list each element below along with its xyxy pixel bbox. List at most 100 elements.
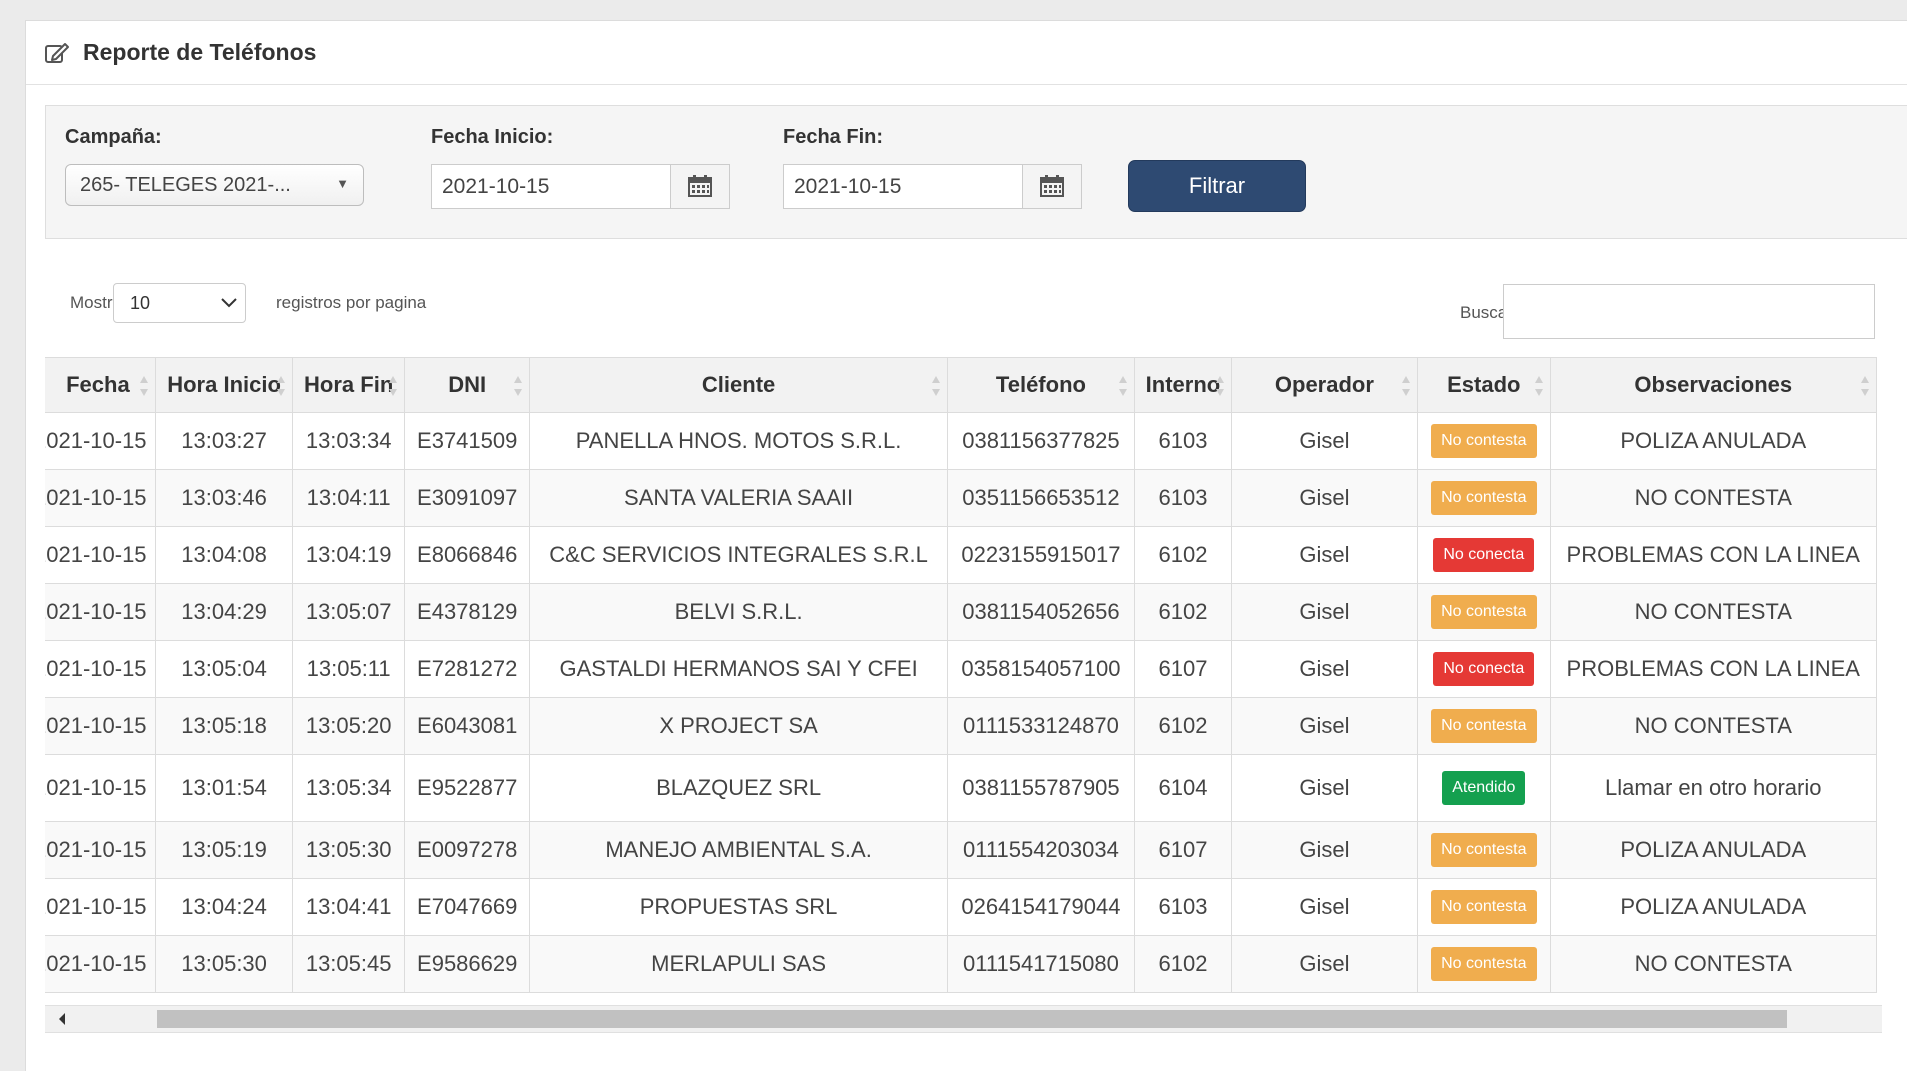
sort-icon[interactable] xyxy=(513,375,523,397)
cell-dni: E3091097 xyxy=(403,469,531,527)
campana-label: Campaña: xyxy=(65,126,162,148)
cell-hora-fin: 13:05:07 xyxy=(292,583,405,641)
edit-icon xyxy=(44,41,70,65)
campana-select[interactable]: 265- TELEGES 2021-... ▼ xyxy=(65,164,364,206)
cell-operador: Gisel xyxy=(1230,640,1419,698)
fecha-fin-value: 2021-10-15 xyxy=(794,175,902,198)
column-header-fecha[interactable]: Fecha xyxy=(45,357,156,413)
sort-icon[interactable] xyxy=(276,375,286,397)
table-row: 2021-10-15 13:04:24 13:04:41 E7047669 PROPUE… xyxy=(45,878,1878,936)
search-input[interactable] xyxy=(1503,284,1875,339)
status-badge: No contesta xyxy=(1431,890,1537,924)
cell-dni: E4378129 xyxy=(403,583,531,641)
cell-fecha: 2021-10-15 xyxy=(45,821,156,879)
cell-interno: 6107 xyxy=(1134,821,1232,879)
column-header-estado[interactable]: Estado xyxy=(1417,357,1551,413)
cell-hora-fin: 13:05:11 xyxy=(292,640,405,698)
sort-icon[interactable] xyxy=(1401,375,1411,397)
column-header-operador[interactable]: Operador xyxy=(1230,357,1419,413)
cell-telefono: 0223155915017 xyxy=(946,526,1136,584)
status-badge: No contesta xyxy=(1431,481,1537,515)
cell-estado: No conecta xyxy=(1417,640,1551,698)
column-header-observaciones[interactable]: Observaciones xyxy=(1549,357,1878,413)
cell-interno: 6107 xyxy=(1134,640,1232,698)
cell-hora-fin: 13:04:11 xyxy=(292,469,405,527)
table-row: 2021-10-15 13:05:19 13:05:30 E0097278 MANEJO… xyxy=(45,821,1878,879)
column-header-hora-fin[interactable]: Hora Fin xyxy=(292,357,405,413)
cell-dni: E8066846 xyxy=(403,526,531,584)
sort-icon[interactable] xyxy=(1534,375,1544,397)
status-badge: No contesta xyxy=(1431,709,1537,743)
status-badge: No conecta xyxy=(1433,538,1535,572)
cell-cliente: PANELLA HNOS. MOTOS S.R.L. xyxy=(529,412,948,470)
fecha-inicio-label: Fecha Inicio: xyxy=(431,126,554,148)
table-row: 2021-10-15 13:04:08 13:04:19 E8066846 C&C SE… xyxy=(45,526,1878,584)
cell-estado: No contesta xyxy=(1417,821,1551,879)
column-header-label: Operador xyxy=(1274,372,1374,397)
cell-observaciones: NO CONTESTA xyxy=(1549,935,1878,993)
cell-operador: Gisel xyxy=(1230,821,1419,879)
status-badge: Atendido xyxy=(1442,771,1526,805)
cell-fecha: 2021-10-15 xyxy=(45,583,156,641)
cell-hora-fin: 13:04:19 xyxy=(292,526,405,584)
cell-observaciones: PROBLEMAS CON LA LINEA xyxy=(1549,640,1878,698)
fecha-inicio-input[interactable]: 2021-10-15 xyxy=(431,164,730,209)
cell-telefono: 0381154052656 xyxy=(946,583,1136,641)
table-row: 2021-10-15 13:05:04 13:05:11 E7281272 GASTAL… xyxy=(45,640,1878,698)
fecha-inicio-value: 2021-10-15 xyxy=(442,175,550,198)
cell-telefono: 0111554203034 xyxy=(946,821,1136,879)
cell-fecha: 2021-10-15 xyxy=(45,640,156,698)
cell-telefono: 0381156377825 xyxy=(946,412,1136,470)
panel-heading: Reporte de Teléfonos xyxy=(26,21,1907,85)
column-header-telefono[interactable]: Teléfono xyxy=(946,357,1136,413)
calendar-icon[interactable] xyxy=(670,165,729,208)
cell-observaciones: POLIZA ANULADA xyxy=(1549,878,1878,936)
cell-telefono: 0351156653512 xyxy=(946,469,1136,527)
column-header-label: Hora Fin xyxy=(304,372,394,397)
sort-icon[interactable] xyxy=(139,375,149,397)
column-header-cliente[interactable]: Cliente xyxy=(529,357,948,413)
cell-observaciones: POLIZA ANULADA xyxy=(1549,821,1878,879)
sort-icon[interactable] xyxy=(1860,375,1870,397)
scroll-left-arrow-icon[interactable] xyxy=(57,1012,67,1026)
cell-fecha: 2021-10-15 xyxy=(45,935,156,993)
sort-icon[interactable] xyxy=(931,375,941,397)
cell-fecha: 2021-10-15 xyxy=(45,412,156,470)
column-header-dni[interactable]: DNI xyxy=(403,357,531,413)
cell-interno: 6102 xyxy=(1134,697,1232,755)
calendar-icon[interactable] xyxy=(1022,165,1081,208)
cell-cliente: PROPUESTAS SRL xyxy=(529,878,948,936)
page-length-select[interactable]: 10 xyxy=(113,283,246,323)
cell-estado: No conecta xyxy=(1417,526,1551,584)
filtrar-button[interactable]: Filtrar xyxy=(1128,160,1306,212)
cell-hora-inicio: 13:05:04 xyxy=(154,640,294,698)
sort-icon[interactable] xyxy=(1215,375,1225,397)
cell-telefono: 0264154179044 xyxy=(946,878,1136,936)
cell-cliente: X PROJECT SA xyxy=(529,697,948,755)
cell-telefono: 0381155787905 xyxy=(946,754,1136,822)
cell-observaciones: POLIZA ANULADA xyxy=(1549,412,1878,470)
cell-dni: E0097278 xyxy=(403,821,531,879)
cell-interno: 6102 xyxy=(1134,935,1232,993)
caret-down-icon: ▼ xyxy=(336,176,349,191)
cell-hora-fin: 13:05:20 xyxy=(292,697,405,755)
status-badge: No conecta xyxy=(1433,652,1535,686)
filter-form: Campaña: 265- TELEGES 2021-... ▼ Fecha I… xyxy=(45,105,1907,239)
cell-hora-inicio: 13:05:19 xyxy=(154,821,294,879)
fecha-fin-input[interactable]: 2021-10-15 xyxy=(783,164,1082,209)
cell-cliente: GASTALDI HERMANOS SAI Y CFEI xyxy=(529,640,948,698)
horizontal-scrollbar[interactable] xyxy=(45,1005,1882,1033)
column-header-label: Estado xyxy=(1447,372,1521,397)
cell-hora-fin: 13:05:45 xyxy=(292,935,405,993)
cell-dni: E9522877 xyxy=(403,754,531,822)
sort-icon[interactable] xyxy=(1118,375,1128,397)
cell-cliente: SANTA VALERIA SAAII xyxy=(529,469,948,527)
column-header-interno[interactable]: Interno xyxy=(1134,357,1232,413)
cell-cliente: BELVI S.R.L. xyxy=(529,583,948,641)
cell-dni: E6043081 xyxy=(403,697,531,755)
sort-icon[interactable] xyxy=(388,375,398,397)
cell-hora-fin: 13:03:34 xyxy=(292,412,405,470)
cell-interno: 6103 xyxy=(1134,878,1232,936)
scrollbar-thumb[interactable] xyxy=(157,1010,1787,1028)
column-header-hora-inicio[interactable]: Hora Inicio xyxy=(154,357,294,413)
